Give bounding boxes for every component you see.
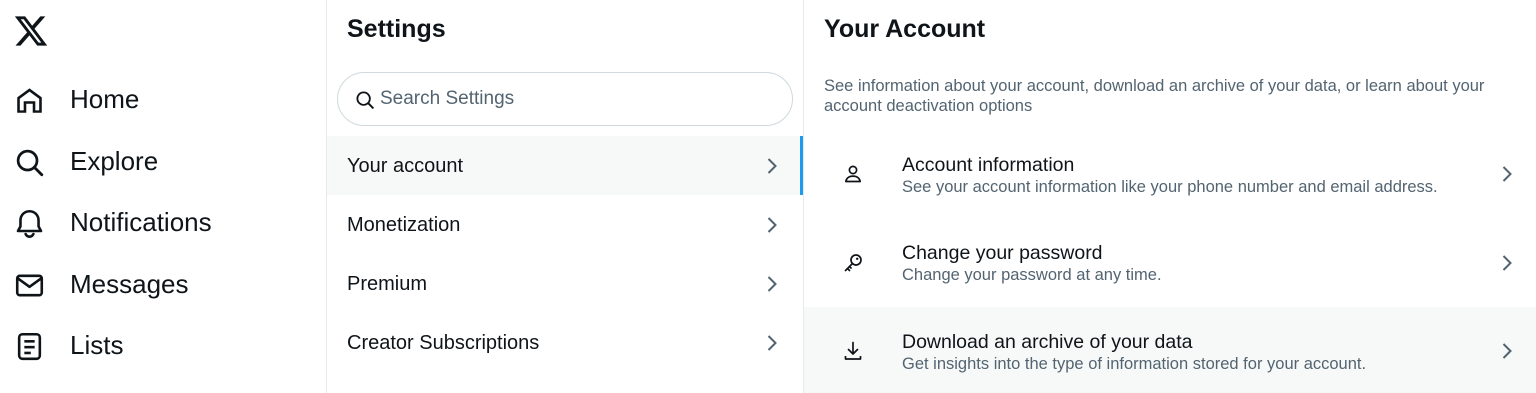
chevron-right-icon xyxy=(1502,255,1512,271)
chevron-right-icon xyxy=(767,217,777,233)
settings-item-creator-subscriptions[interactable]: Creator Subscriptions xyxy=(327,313,803,372)
settings-item-monetization[interactable]: Monetization xyxy=(327,195,803,254)
key-icon xyxy=(844,254,862,272)
nav-item-notifications[interactable]: Notifications xyxy=(0,197,320,247)
nav-label-lists: Lists xyxy=(70,330,124,360)
nav-label-messages: Messages xyxy=(70,269,189,299)
settings-item-premium[interactable]: Premium xyxy=(327,254,803,313)
list-icon xyxy=(17,332,42,361)
chevron-right-icon xyxy=(767,276,777,292)
nav-label-home: Home xyxy=(70,84,140,114)
account-item-subtitle: See your account information like your p… xyxy=(902,178,1438,196)
chevron-right-icon xyxy=(767,335,777,351)
settings-item-label: Creator Subscriptions xyxy=(347,332,540,354)
chevron-right-icon xyxy=(1502,343,1512,359)
nav-item-lists[interactable]: Lists xyxy=(0,320,320,370)
account-item-subtitle: Get insights into the type of informatio… xyxy=(902,355,1367,373)
settings-item-label: Monetization xyxy=(347,214,461,236)
bell-icon xyxy=(16,209,43,238)
nav-label-explore: Explore xyxy=(70,146,159,176)
account-description: See information about your account, down… xyxy=(824,77,1485,115)
account-item-title: Change your password xyxy=(902,242,1103,264)
search-icon xyxy=(16,149,44,177)
nav-item-home[interactable]: Home xyxy=(0,74,320,124)
settings-item-your-account[interactable]: Your account xyxy=(327,136,803,195)
x-logo-icon[interactable] xyxy=(13,13,49,49)
account-item-change-password[interactable]: Change your password Change your passwor… xyxy=(804,219,1536,305)
chevron-right-icon xyxy=(1502,166,1512,182)
settings-search-input[interactable] xyxy=(380,85,760,113)
person-icon xyxy=(844,165,862,183)
search-icon xyxy=(356,91,374,109)
download-icon xyxy=(844,341,862,360)
home-icon xyxy=(17,88,42,113)
settings-item-label: Premium xyxy=(347,273,428,295)
envelope-icon xyxy=(15,274,44,297)
account-item-account-information[interactable]: Account information See your account inf… xyxy=(804,131,1536,217)
account-item-download-archive[interactable]: Download an archive of your data Get ins… xyxy=(804,307,1536,393)
chevron-right-icon xyxy=(767,158,777,174)
settings-search-box[interactable] xyxy=(337,72,793,126)
account-item-title: Account information xyxy=(902,154,1075,176)
nav-label-notifications: Notifications xyxy=(70,207,212,237)
primary-nav: Home Explore Notifications Messages List… xyxy=(0,0,326,393)
settings-panel: Settings Your account Monetization Premi… xyxy=(327,0,803,393)
nav-item-messages[interactable]: Messages xyxy=(0,259,320,309)
settings-item-label: Your account xyxy=(347,155,464,177)
account-item-subtitle: Change your password at any time. xyxy=(902,266,1162,284)
account-item-title: Download an archive of your data xyxy=(902,331,1193,353)
account-page-title: Your Account xyxy=(824,15,986,43)
your-account-panel: Your Account See information about your … xyxy=(804,0,1536,393)
settings-title: Settings xyxy=(347,15,446,43)
nav-item-explore[interactable]: Explore xyxy=(0,136,320,186)
